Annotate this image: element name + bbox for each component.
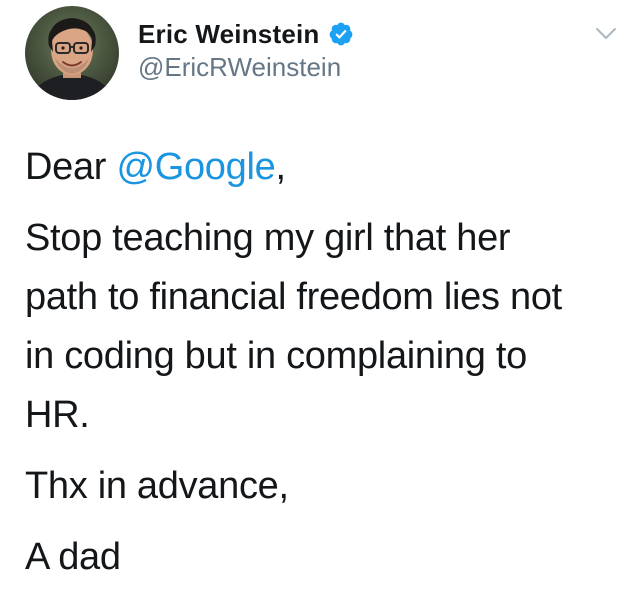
tweet-line: path to financial freedom lies not xyxy=(25,276,562,318)
tweet-closing: Thx in advance, xyxy=(25,465,289,507)
tweet-line: in coding but in complaining to xyxy=(25,335,527,377)
profile-photo-icon xyxy=(25,6,119,100)
tweet-card: Eric Weinstein @EricRWeinstein Dear @Goo… xyxy=(0,0,639,607)
tweet-line: Stop teaching my girl that her xyxy=(25,217,511,259)
mention-link[interactable]: @Google xyxy=(116,146,275,188)
tweet-salutation: Dear @Google, xyxy=(25,138,625,197)
salutation-suffix: , xyxy=(275,146,286,188)
tweet-paragraph: Stop teaching my girl that her path to f… xyxy=(25,209,625,445)
chevron-down-icon[interactable] xyxy=(594,26,618,42)
salutation-prefix: Dear xyxy=(25,146,117,188)
verified-badge-icon xyxy=(328,21,354,47)
author-handle[interactable]: @EricRWeinstein xyxy=(138,52,341,83)
tweet-line: HR. xyxy=(25,394,90,436)
tweet-signature: A dad xyxy=(25,536,121,578)
tweet-text: Dear @Google, Stop teaching my girl that… xyxy=(25,138,625,587)
avatar[interactable] xyxy=(25,6,119,100)
author-display-name[interactable]: Eric Weinstein xyxy=(138,19,320,50)
author-name-row[interactable]: Eric Weinstein xyxy=(138,14,354,54)
